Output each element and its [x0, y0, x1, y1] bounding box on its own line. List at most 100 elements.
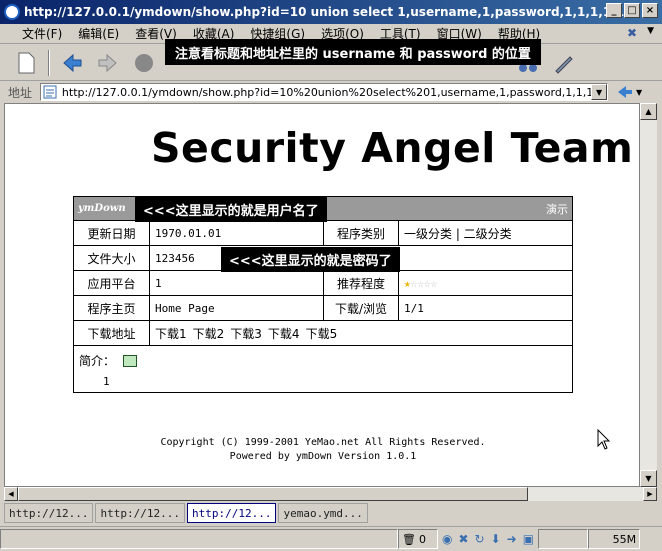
save-icon[interactable]: ▣	[523, 532, 534, 546]
copyright-line: Copyright (C) 1999-2001 YeMao.net All Ri…	[160, 437, 486, 448]
close-tab-icon[interactable]: ✖	[627, 26, 637, 40]
page-icon	[18, 52, 35, 73]
star-filled-icon: ★	[404, 276, 411, 290]
download-icon[interactable]: ⬇	[491, 532, 501, 546]
horizontal-scroll-thumb[interactable]	[18, 487, 528, 501]
intro-value: 1	[103, 375, 110, 388]
homepage-link[interactable]: Home Page	[150, 296, 324, 320]
address-label: 地址	[8, 85, 33, 100]
intro-image-icon[interactable]	[123, 354, 138, 367]
minimize-button[interactable]: _	[606, 3, 622, 18]
page-favicon-icon	[43, 85, 57, 99]
download-link-2[interactable]: 下载2	[193, 325, 225, 342]
star-empty-icon: ☆	[410, 276, 418, 290]
tools-button[interactable]	[550, 49, 578, 77]
table-row: 下载地址 下载1 下载2 下载3 下载4 下载5	[74, 321, 572, 346]
forward-arrow-icon	[98, 53, 117, 72]
scroll-down-icon[interactable]: ▼	[640, 470, 657, 487]
table-brand: ymDown	[78, 203, 126, 214]
tools-icon	[555, 55, 573, 74]
page-viewport: Security Angel Team ymDown 演示 更新日期 1970.…	[4, 103, 640, 487]
table-row: 更新日期 1970.01.01 程序类别 一级分类 | 二级分类	[74, 221, 572, 246]
category-value[interactable]: 一级分类 | 二级分类	[399, 221, 572, 245]
scroll-up-icon[interactable]: ▲	[640, 103, 657, 120]
rating-label: 推荐程度	[324, 271, 399, 295]
status-bar: 🗑 0 ◉ ✖ ↻ ⬇ ➜ ▣ 55M	[0, 526, 662, 551]
software-info-table: ymDown 演示 更新日期 1970.01.01 程序类别 一级分类 | 二级…	[73, 196, 573, 393]
address-dropdown-icon[interactable]: ▼	[591, 84, 607, 100]
update-date-value: 1970.01.01	[150, 221, 324, 245]
window-title: http://127.0.0.1/ymdown/show.php?id=10 u…	[24, 5, 624, 19]
new-page-button[interactable]	[12, 49, 40, 77]
vertical-scrollbar[interactable]: ▲ ▼	[640, 103, 657, 487]
tab-4[interactable]: yemao.ymd...	[278, 503, 368, 523]
stop-icon	[135, 53, 153, 72]
back-button[interactable]	[58, 49, 86, 77]
status-message	[0, 529, 398, 549]
back-arrow-icon	[63, 53, 82, 72]
tab-bar: http://12... http://12... http://12... y…	[0, 501, 662, 525]
tab-3-active[interactable]: http://12...	[186, 503, 277, 523]
go-button[interactable]: ▼	[616, 84, 642, 100]
menu-right-controls: ✖ ▼	[627, 26, 654, 40]
address-bar: 地址 http://127.0.0.1/ymdown/show.php?id=1…	[0, 82, 662, 102]
star-empty-icon: ☆	[430, 276, 438, 290]
download-links: 下载1 下载2 下载3 下载4 下载5	[150, 321, 572, 345]
powered-by-line: Powered by ymDown Version 1.0.1	[229, 451, 417, 462]
platform-label: 应用平台	[74, 271, 150, 295]
table-row: 程序主页 Home Page 下载/浏览 1/1	[74, 296, 572, 321]
menu-edit[interactable]: 编辑(E)	[70, 25, 127, 42]
tab-2[interactable]: http://12...	[95, 503, 185, 523]
globe-icon[interactable]: ◉	[442, 532, 452, 546]
site-title: Security Angel Team	[151, 124, 634, 172]
intro-label: 简介：	[79, 354, 116, 368]
intro-section: 简介： 1	[74, 346, 572, 392]
scroll-left-icon[interactable]: ◀	[4, 487, 18, 501]
platform-value: 1	[150, 271, 324, 295]
file-size-label: 文件大小	[74, 246, 150, 270]
download-address-label: 下载地址	[74, 321, 150, 345]
trash-indicator[interactable]: 🗑 0	[398, 529, 438, 549]
annotation-banner: 注意看标题和地址栏里的 username 和 password 的位置	[165, 39, 541, 65]
category-label: 程序类别	[324, 221, 399, 245]
go-dropdown-icon[interactable]: ▼	[636, 88, 642, 97]
forward-icon[interactable]: ➜	[507, 532, 517, 546]
download-views-label: 下载/浏览	[324, 296, 399, 320]
status-icons: ◉ ✖ ↻ ⬇ ➜ ▣	[438, 532, 538, 546]
address-input[interactable]: http://127.0.0.1/ymdown/show.php?id=10%2…	[40, 83, 608, 101]
download-link-1[interactable]: 下载1	[155, 325, 187, 342]
rating-value: ★ ☆ ☆ ☆ ☆	[399, 271, 572, 295]
demo-link[interactable]: 演示	[546, 201, 568, 217]
horizontal-scrollbar[interactable]: ◀ ▶	[4, 487, 657, 501]
close-button[interactable]: ×	[642, 3, 658, 18]
block-icon[interactable]: ✖	[458, 532, 468, 546]
download-views-value: 1/1	[404, 301, 424, 315]
star-empty-icon: ☆	[417, 276, 424, 290]
maximize-button[interactable]: □	[624, 3, 640, 18]
stop-button[interactable]	[130, 49, 158, 77]
download-link-3[interactable]: 下载3	[230, 325, 262, 342]
memory-usage: 55M	[588, 529, 641, 549]
table-row: 应用平台 1 推荐程度 ★ ☆ ☆ ☆ ☆	[74, 271, 572, 296]
address-url: http://127.0.0.1/ymdown/show.php?id=10%2…	[61, 85, 592, 99]
update-date-label: 更新日期	[74, 221, 150, 245]
browser-icon	[4, 4, 20, 20]
title-bar: http://127.0.0.1/ymdown/show.php?id=10 u…	[0, 0, 662, 24]
trash-icon: 🗑	[402, 532, 416, 546]
download-link-5[interactable]: 下载5	[306, 325, 338, 342]
refresh-icon[interactable]: ↻	[475, 532, 485, 546]
trash-count: 0	[418, 532, 426, 546]
tab-1[interactable]: http://12...	[4, 503, 94, 523]
download-link-4[interactable]: 下载4	[268, 325, 300, 342]
menu-file[interactable]: 文件(F)	[14, 25, 70, 42]
status-empty-cell	[538, 529, 589, 549]
star-empty-icon: ☆	[423, 276, 431, 290]
dropdown-icon[interactable]: ▼	[647, 26, 654, 40]
window-controls: _ □ ×	[606, 3, 658, 18]
mouse-cursor-icon	[597, 429, 611, 450]
toolbar-separator	[48, 49, 50, 76]
password-annotation: <<<这里显示的就是密码了	[221, 247, 400, 272]
username-annotation: <<<这里显示的就是用户名了	[135, 197, 327, 222]
scroll-right-icon[interactable]: ▶	[643, 487, 657, 501]
forward-button[interactable]	[94, 49, 122, 77]
